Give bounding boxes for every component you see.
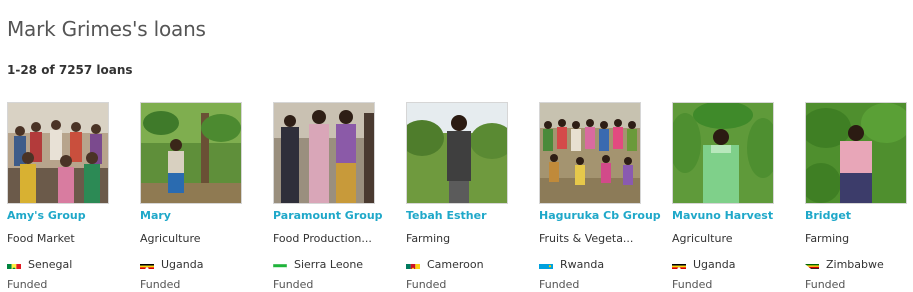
borrower-name-link[interactable]: Tebah Esther: [406, 209, 487, 222]
loan-photo[interactable]: [273, 102, 375, 204]
loan-card[interactable]: Tebah Esther Farming Cameroon Funded: [406, 102, 508, 291]
country-name: Senegal: [28, 258, 73, 271]
flag-sierra-leone-icon: [273, 259, 287, 269]
loan-card[interactable]: Paramount Group Food Production... Sierr…: [273, 102, 383, 291]
loan-sector: Agriculture: [140, 232, 201, 245]
country-name: Zimbabwe: [826, 258, 884, 271]
loan-cards: Amy's Group Food Market Senegal Funded M…: [7, 102, 913, 292]
loan-sector: Agriculture: [672, 232, 733, 245]
loan-sector: Fruits & Vegeta...: [539, 232, 634, 245]
flag-cameroon-icon: [406, 259, 420, 269]
country-name: Rwanda: [560, 258, 605, 271]
borrower-name-link[interactable]: Bridget: [805, 209, 851, 222]
loan-status: Funded: [7, 278, 48, 291]
loan-photo[interactable]: [672, 102, 774, 204]
country-name: Uganda: [693, 258, 736, 271]
loan-country: Rwanda: [539, 254, 605, 271]
loan-sector: Food Production...: [273, 232, 372, 245]
borrower-name-link[interactable]: Mavuno Harvest: [672, 209, 773, 222]
loan-card[interactable]: Amy's Group Food Market Senegal Funded: [7, 102, 109, 291]
borrower-name-link[interactable]: Haguruka Cb Group: [539, 209, 661, 222]
loan-status: Funded: [140, 278, 181, 291]
loan-status: Funded: [672, 278, 713, 291]
loan-country: Uganda: [140, 254, 204, 271]
flag-senegal-icon: [7, 259, 21, 269]
loan-country: Zimbabwe: [805, 254, 884, 271]
country-name: Cameroon: [427, 258, 484, 271]
loan-status: Funded: [406, 278, 447, 291]
loan-country: Senegal: [7, 254, 73, 271]
loan-country: Uganda: [672, 254, 736, 271]
loan-photo[interactable]: [539, 102, 641, 204]
loan-country: Cameroon: [406, 254, 484, 271]
loan-count: 1-28 of 7257 loans: [7, 63, 133, 77]
flag-uganda-icon: [140, 259, 154, 269]
page-title: Mark Grimes's loans: [7, 17, 206, 41]
loan-photo[interactable]: [805, 102, 907, 204]
loan-sector: Farming: [805, 232, 850, 245]
loan-sector: Food Market: [7, 232, 75, 245]
loan-card[interactable]: Mavuno Harvest Agriculture Uganda Funded: [672, 102, 774, 291]
borrower-name-link[interactable]: Mary: [140, 209, 171, 222]
loan-status: Funded: [273, 278, 314, 291]
loan-card[interactable]: Bridget Farming Zimbabwe Funded: [805, 102, 907, 291]
loan-sector: Farming: [406, 232, 451, 245]
flag-zimbabwe-icon: [805, 259, 819, 269]
loan-card[interactable]: Haguruka Cb Group Fruits & Vegeta... Rwa…: [539, 102, 661, 291]
borrower-name-link[interactable]: Amy's Group: [7, 209, 86, 222]
loan-photo[interactable]: [7, 102, 109, 204]
loan-photo[interactable]: [406, 102, 508, 204]
loan-status: Funded: [805, 278, 846, 291]
flag-rwanda-icon: [539, 259, 553, 269]
loan-country: Sierra Leone: [273, 254, 364, 271]
country-name: Sierra Leone: [294, 258, 364, 271]
loan-photo[interactable]: [140, 102, 242, 204]
borrower-name-link[interactable]: Paramount Group: [273, 209, 383, 222]
loan-card[interactable]: Mary Agriculture Uganda Funded: [140, 102, 242, 291]
country-name: Uganda: [161, 258, 204, 271]
loan-status: Funded: [539, 278, 580, 291]
flag-uganda-icon: [672, 259, 686, 269]
